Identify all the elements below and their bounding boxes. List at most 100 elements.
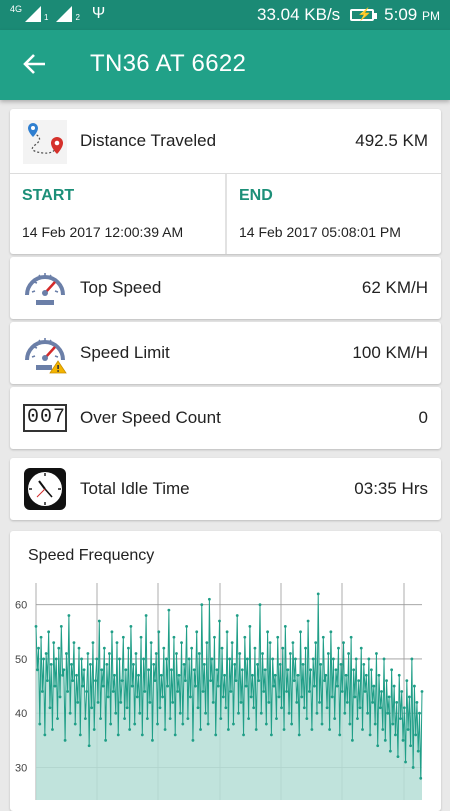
data-point xyxy=(323,679,326,683)
data-point xyxy=(302,706,306,710)
signal-icon-sim2: 2 xyxy=(56,6,80,22)
data-point xyxy=(99,717,102,721)
data-point xyxy=(247,717,251,721)
data-point xyxy=(210,657,214,661)
over-speed-row: 007 Over Speed Count 0 xyxy=(10,387,441,449)
data-point xyxy=(219,717,223,721)
data-point xyxy=(191,738,195,742)
data-point xyxy=(89,662,92,666)
data-point xyxy=(404,760,407,764)
data-point xyxy=(170,668,173,672)
data-point xyxy=(176,690,180,693)
data-point xyxy=(254,728,258,731)
data-point xyxy=(182,662,186,666)
data-point xyxy=(97,619,101,623)
data-point xyxy=(83,717,87,721)
data-point xyxy=(344,673,348,677)
data-point xyxy=(78,733,82,737)
data-point xyxy=(287,711,291,715)
data-point xyxy=(140,733,144,737)
data-point xyxy=(386,711,390,715)
clock-icon xyxy=(24,468,66,510)
distance-row: Distance Traveled 492.5 KM xyxy=(10,110,441,172)
data-point xyxy=(321,635,325,639)
data-point xyxy=(285,690,288,693)
status-bar: 4G 1 2 Ψ 33.04 KB/s ⚡ 5:09 PM xyxy=(0,0,450,30)
data-point xyxy=(347,652,350,655)
data-point xyxy=(376,744,380,748)
data-point xyxy=(49,662,53,666)
data-point xyxy=(120,679,124,683)
data-point xyxy=(73,722,77,726)
data-point xyxy=(313,684,316,688)
data-point xyxy=(268,641,272,645)
battery-charging-icon: ⚡ xyxy=(350,8,378,21)
data-point xyxy=(57,646,61,650)
y-tick-label: 50 xyxy=(15,654,27,666)
data-point xyxy=(202,662,206,666)
idle-time-label: Total Idle Time xyxy=(80,479,190,498)
data-point xyxy=(138,711,142,715)
data-point xyxy=(102,646,106,650)
clock-ampm: PM xyxy=(422,9,440,23)
data-point xyxy=(209,679,213,683)
data-point xyxy=(282,728,286,731)
data-point xyxy=(67,614,71,617)
data-point xyxy=(278,662,282,666)
data-point xyxy=(225,630,229,634)
data-point xyxy=(70,662,73,666)
data-point xyxy=(81,684,85,688)
data-point xyxy=(82,668,86,672)
data-point xyxy=(129,625,133,628)
data-point xyxy=(295,700,299,704)
data-point xyxy=(338,733,342,737)
data-point xyxy=(195,630,199,634)
data-point xyxy=(251,673,254,677)
data-point xyxy=(314,641,318,645)
data-point xyxy=(306,619,310,623)
distance-label: Distance Traveled xyxy=(80,131,217,150)
data-point xyxy=(164,657,168,661)
data-point xyxy=(366,711,369,715)
data-point xyxy=(349,635,353,639)
data-point xyxy=(44,652,48,655)
data-point xyxy=(71,679,75,683)
data-point xyxy=(166,684,170,688)
data-point xyxy=(139,635,143,639)
data-point xyxy=(199,728,202,731)
data-point xyxy=(226,728,230,731)
data-point xyxy=(47,630,51,634)
sim2-label: 2 xyxy=(75,13,80,22)
data-point xyxy=(335,684,339,688)
data-point xyxy=(399,717,402,721)
data-point xyxy=(326,652,330,655)
data-point xyxy=(171,700,175,704)
data-point xyxy=(325,706,329,710)
trip-summary-card: Distance Traveled 492.5 KM START 14 Feb … xyxy=(10,109,441,254)
data-point xyxy=(390,668,394,672)
data-point xyxy=(297,733,301,737)
data-point xyxy=(52,641,56,645)
network-speed: 33.04 KB/s xyxy=(257,5,341,24)
data-point xyxy=(316,592,320,596)
data-point xyxy=(40,690,44,693)
data-point xyxy=(378,706,382,710)
app-bar: TN36 AT 6622 xyxy=(0,30,450,100)
speed-frequency-chart[interactable]: 30 40 50 60 xyxy=(10,531,441,800)
data-point xyxy=(218,619,221,623)
data-point xyxy=(96,700,100,704)
data-point xyxy=(368,733,372,737)
data-point xyxy=(394,733,397,737)
data-point xyxy=(261,652,264,655)
data-point xyxy=(286,668,290,672)
data-point xyxy=(190,646,194,650)
data-point xyxy=(280,706,283,710)
back-arrow-icon[interactable] xyxy=(22,51,48,77)
data-point xyxy=(119,700,123,704)
data-point xyxy=(156,722,159,726)
data-point xyxy=(151,738,154,742)
data-point xyxy=(375,652,378,655)
data-point xyxy=(110,630,114,634)
data-point xyxy=(406,728,410,731)
start-datetime: 14 Feb 2017 12:00:39 AM xyxy=(22,224,184,240)
